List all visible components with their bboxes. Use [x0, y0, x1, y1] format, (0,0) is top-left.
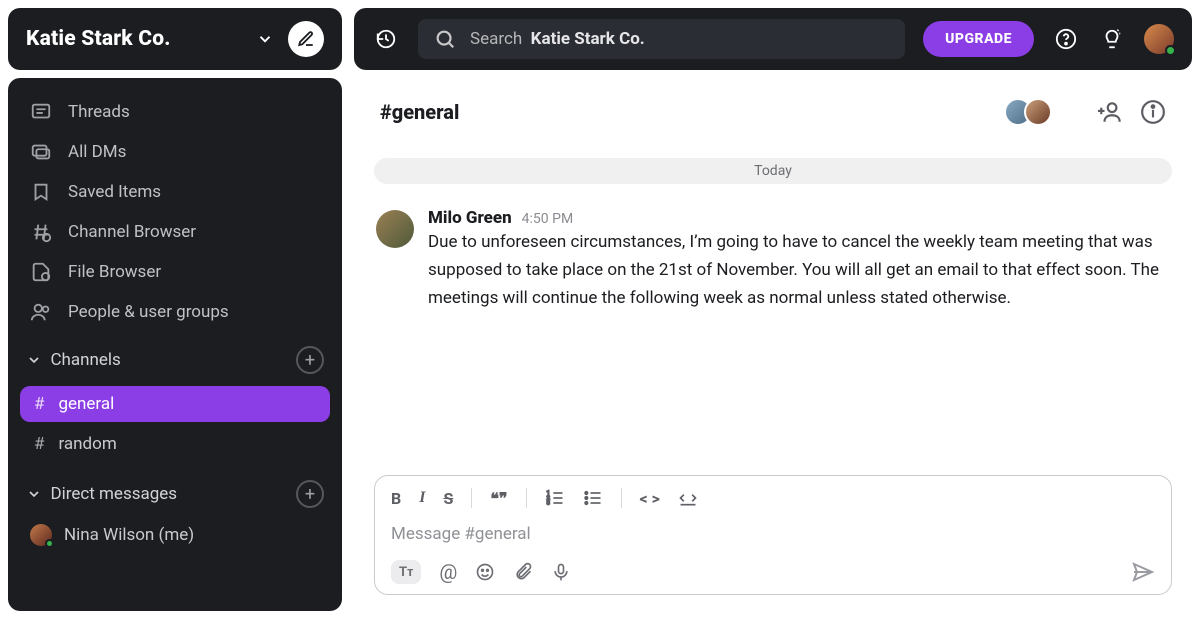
- bookmark-icon: [30, 181, 52, 203]
- message-body: Due to unforeseen circumstances, I’m goi…: [428, 228, 1170, 312]
- svg-text:3: 3: [546, 501, 549, 507]
- mention-icon[interactable]: @: [439, 560, 457, 584]
- dm-label: Nina Wilson (me): [64, 525, 194, 545]
- main-panel: #general Today Milo Green 4:50 PM: [354, 78, 1192, 611]
- member-avatars[interactable]: [1012, 98, 1052, 126]
- emoji-icon[interactable]: [475, 562, 495, 582]
- bullet-list-icon[interactable]: [583, 488, 603, 508]
- day-divider: Today: [374, 158, 1172, 184]
- channel-label: general: [58, 394, 114, 414]
- sidebar-label: File Browser: [68, 262, 161, 282]
- strike-icon[interactable]: S: [443, 489, 453, 508]
- channel-general[interactable]: # general: [20, 386, 330, 422]
- workspace-switcher[interactable]: Katie Stark Co.: [8, 8, 342, 70]
- hash-icon: #: [34, 394, 44, 414]
- sidebar-item-all-dms[interactable]: All DMs: [8, 132, 342, 172]
- channel-label: random: [58, 434, 116, 454]
- composer-input[interactable]: [391, 518, 1155, 554]
- code-block-icon[interactable]: [678, 488, 698, 508]
- compose-button[interactable]: [288, 21, 324, 57]
- sidebar-item-threads[interactable]: Threads: [8, 92, 342, 132]
- chevron-down-icon: [256, 30, 274, 48]
- sidebar-label: All DMs: [68, 142, 126, 162]
- search-icon: [434, 28, 456, 50]
- chevron-down-icon: [26, 486, 42, 502]
- sidebar-item-people[interactable]: People & user groups: [8, 292, 342, 332]
- sidebar: Threads All DMs Saved Items Channel Brow…: [8, 78, 342, 611]
- presence-indicator: [1165, 45, 1176, 56]
- message-author[interactable]: Milo Green: [428, 208, 512, 228]
- search-placeholder: Search Katie Stark Co.: [470, 29, 645, 49]
- message-composer[interactable]: B I S ❝❞ 123 < > Tᴛ @: [374, 475, 1172, 595]
- quote-icon[interactable]: ❝❞: [490, 489, 507, 508]
- sidebar-label: Threads: [68, 102, 130, 122]
- add-dm-button[interactable]: +: [296, 480, 324, 508]
- sidebar-label: People & user groups: [68, 302, 229, 322]
- attachment-icon[interactable]: [513, 562, 533, 582]
- threads-icon: [30, 101, 52, 123]
- search-input[interactable]: Search Katie Stark Co.: [418, 19, 905, 59]
- message-list: Today Milo Green 4:50 PM Due to unforese…: [354, 146, 1192, 461]
- channel-details-icon[interactable]: [1140, 99, 1166, 125]
- chevron-down-icon: [26, 352, 42, 368]
- send-button[interactable]: [1131, 560, 1155, 584]
- channel-header: #general: [354, 78, 1192, 146]
- help-icon[interactable]: [1052, 25, 1080, 53]
- sidebar-item-saved[interactable]: Saved Items: [8, 172, 342, 212]
- bold-icon[interactable]: B: [391, 489, 401, 508]
- format-toggle-icon[interactable]: Tᴛ: [391, 560, 421, 584]
- sidebar-item-channel-browser[interactable]: Channel Browser: [8, 212, 342, 252]
- history-icon[interactable]: [372, 25, 400, 53]
- channel-random[interactable]: # random: [20, 426, 330, 462]
- code-icon[interactable]: < >: [640, 489, 660, 508]
- file-browser-icon: [30, 261, 52, 283]
- dms-icon: [30, 141, 52, 163]
- add-people-icon[interactable]: [1098, 99, 1124, 125]
- workspace-name: Katie Stark Co.: [26, 27, 242, 51]
- italic-icon[interactable]: I: [419, 489, 425, 507]
- format-toolbar: B I S ❝❞ 123 < >: [391, 486, 1155, 518]
- sidebar-item-file-browser[interactable]: File Browser: [8, 252, 342, 292]
- people-icon: [30, 301, 52, 323]
- message[interactable]: Milo Green 4:50 PM Due to unforeseen cir…: [374, 202, 1172, 318]
- avatar: [30, 524, 52, 546]
- dm-item[interactable]: Nina Wilson (me): [8, 516, 342, 554]
- user-avatar[interactable]: [1144, 24, 1174, 54]
- sidebar-label: Channel Browser: [68, 222, 196, 242]
- add-channel-button[interactable]: +: [296, 346, 324, 374]
- hash-icon: #: [34, 434, 44, 454]
- channel-title[interactable]: #general: [380, 100, 459, 124]
- topbar: Search Katie Stark Co. UPGRADE: [354, 8, 1192, 70]
- avatar[interactable]: [376, 210, 414, 248]
- whats-new-icon[interactable]: [1098, 25, 1126, 53]
- upgrade-button[interactable]: UPGRADE: [923, 21, 1034, 57]
- message-time: 4:50 PM: [522, 211, 574, 227]
- channel-browser-icon: [30, 221, 52, 243]
- ordered-list-icon[interactable]: 123: [545, 488, 565, 508]
- sidebar-label: Saved Items: [68, 182, 161, 202]
- channels-section-header[interactable]: Channels +: [8, 332, 342, 382]
- composer-bottom-toolbar: Tᴛ @: [391, 554, 1155, 584]
- microphone-icon[interactable]: [551, 562, 571, 582]
- dms-section-header[interactable]: Direct messages +: [8, 466, 342, 516]
- avatar: [1024, 98, 1052, 126]
